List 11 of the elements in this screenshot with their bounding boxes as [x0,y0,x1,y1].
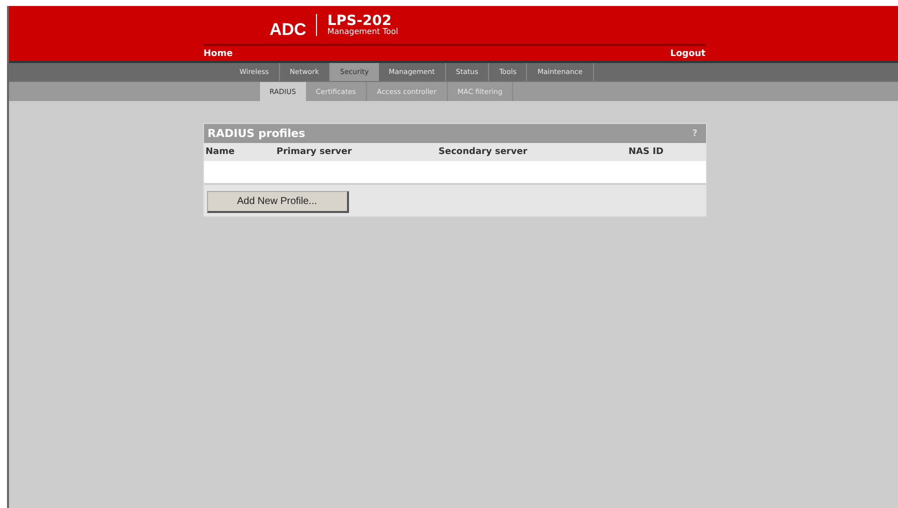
column-header: Secondary server [438,147,528,157]
add-profile-button[interactable]: Add New Profile... [206,191,348,213]
column-header: Name [206,147,236,157]
column-header: Primary server [276,147,353,157]
logo: ADC [270,19,306,40]
product-name: LPS-202 [327,14,392,28]
column-header: NAS ID [628,147,664,157]
panel-title: RADIUS profiles [208,127,306,140]
logout-link[interactable]: Logout [670,48,706,58]
home-link[interactable]: Home [204,48,233,58]
product-subtitle: Management Tool [327,28,398,36]
